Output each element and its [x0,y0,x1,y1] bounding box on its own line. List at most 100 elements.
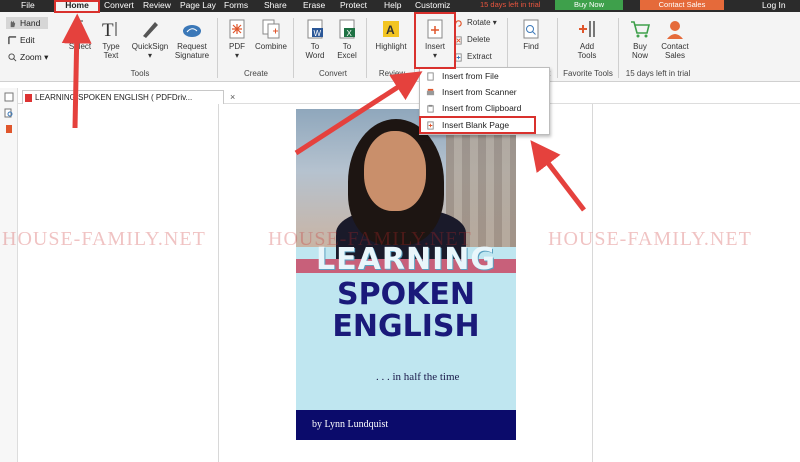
favorite-tools-group-label: Favorite Tools [563,69,613,78]
cover-title-english: ENGLISH [332,309,480,344]
zoom-icon [8,53,17,62]
to-excel-button[interactable]: X To Excel [333,18,361,60]
contact-sales-label-2: Sales [664,51,685,60]
to-word-label-2: Word [305,51,325,60]
cover-author-band: by Lynn Lundquist [296,410,516,440]
mode-hand[interactable]: Hand [6,17,48,29]
text-select-icon [75,20,83,38]
word-icon: W [307,19,323,39]
highlight-box-insert [414,12,456,69]
menu-forms[interactable]: Forms [224,0,248,12]
side-panel-strip [0,88,18,462]
pdf-file-icon [25,94,32,102]
cart-icon [631,21,651,38]
menu-bar: File Home Convert Review Page Lay Forms … [0,0,800,12]
insert-from-clipboard-label: Insert from Clipboard [442,103,522,113]
highlight-button[interactable]: A Highlight [370,18,412,51]
insert-from-clipboard-item[interactable]: Insert from Clipboard [420,101,549,116]
add-tools-icon [579,21,595,37]
insert-from-file-item[interactable]: Insert from File [420,69,549,84]
buy-now-label-1: Buy [633,42,647,51]
highlight-label: Highlight [375,42,407,51]
pdf-button[interactable]: PDF ▾ [222,18,252,60]
new-pdf-icon [229,19,245,39]
document-tab[interactable]: LEARNING SPOKEN ENGLISH ( PDFDriv... [22,90,224,104]
menu-protect[interactable]: Protect [340,0,367,12]
cover-author: by Lynn Lundquist [312,419,389,430]
ribbon-separator [618,18,619,78]
find-button[interactable]: Find [516,18,546,51]
highlight-box-home [54,0,100,13]
to-word-label-1: To [310,42,320,51]
buy-now-ribbon-button[interactable]: Buy Now [625,18,655,60]
convert-group-label: Convert [318,69,347,78]
create-group-label: Create [243,69,268,78]
highlight-box-insert-blank-page [419,116,536,134]
page-thumbnails-icon[interactable] [4,92,14,102]
scanner-icon [426,88,435,96]
mode-hand-label: Hand [20,18,41,28]
rotate-button[interactable]: Rotate ▾ [454,17,497,29]
mode-edit[interactable]: Edit [6,34,48,46]
add-tools-button[interactable]: Add Tools [571,18,603,60]
login-link[interactable]: Log In [762,0,786,11]
extract-button[interactable]: Extract [454,51,492,63]
request-signature-button[interactable]: Request Signature [170,18,214,60]
type-text-icon: T [102,20,117,40]
menu-share[interactable]: Share [264,0,287,12]
ribbon: Hand Edit Zoom ▾ Select T Type Text Quic… [0,12,800,82]
menu-review[interactable]: Review [143,0,171,12]
menu-file[interactable]: File [21,0,35,12]
menu-page-layout[interactable]: Page Lay [180,0,216,12]
buy-now-button[interactable]: Buy Now [555,0,623,10]
menu-erase[interactable]: Erase [303,0,325,12]
to-word-button[interactable]: W To Word [301,18,329,60]
menu-convert[interactable]: Convert [104,0,134,12]
ribbon-separator [293,18,294,78]
file-icon [427,72,434,81]
to-excel-label-1: To [342,42,352,51]
ribbon-separator [217,18,218,78]
find-icon [523,19,539,39]
insert-from-scanner-item[interactable]: Insert from Scanner [420,85,549,100]
mode-edit-label: Edit [20,35,35,45]
tools-group-label: Tools [130,69,150,78]
cloud-signature-icon [183,25,201,37]
close-icon[interactable]: × [230,92,235,102]
trial-text: 15 days left in trial [480,0,541,9]
svg-text:X: X [347,29,353,38]
rotate-label: Rotate [467,18,491,27]
request-signature-label-2: Signature [174,51,210,60]
book-cover-page: LEARNING SPOKEN ENGLISH . . . in half th… [296,109,516,440]
highlight-icon: A [383,21,399,37]
delete-button[interactable]: Delete [454,34,490,46]
menu-help[interactable]: Help [384,0,401,12]
cover-person-face [364,131,426,211]
pen-icon [143,22,158,38]
type-text-label-2: Text [103,51,119,60]
hand-icon [10,20,16,28]
contact-sales-ribbon-button[interactable]: Contact Sales [657,18,693,60]
svg-text:A: A [386,23,395,37]
menu-customize[interactable]: Customiz [415,0,450,12]
search-panel-icon[interactable] [4,108,14,118]
mode-zoom-label: Zoom [20,52,42,62]
mode-zoom[interactable]: Zoom ▾ [6,51,56,63]
svg-text:T: T [102,20,114,40]
svg-text:W: W [314,29,322,38]
bookmarks-icon[interactable] [4,124,14,134]
contact-sales-button[interactable]: Contact Sales [640,0,724,10]
document-tab-bar: LEARNING SPOKEN ENGLISH ( PDFDriv... × [18,88,800,104]
combine-button[interactable]: Combine [252,18,290,51]
review-group-label: Review [378,69,406,78]
combine-label: Combine [254,42,287,51]
select-button[interactable]: Select [60,18,100,51]
to-excel-label-2: Excel [337,51,357,60]
type-text-button[interactable]: T Type Text [96,18,126,60]
buy-now-label-2: Now [631,51,648,60]
trial-group-label: 15 days left in trial [625,69,691,78]
page-boundary-line [592,104,593,462]
quicksign-button[interactable]: QuickSign ▾ [128,18,172,60]
page-boundary-line [218,104,219,462]
add-tools-label-2: Tools [577,51,597,60]
